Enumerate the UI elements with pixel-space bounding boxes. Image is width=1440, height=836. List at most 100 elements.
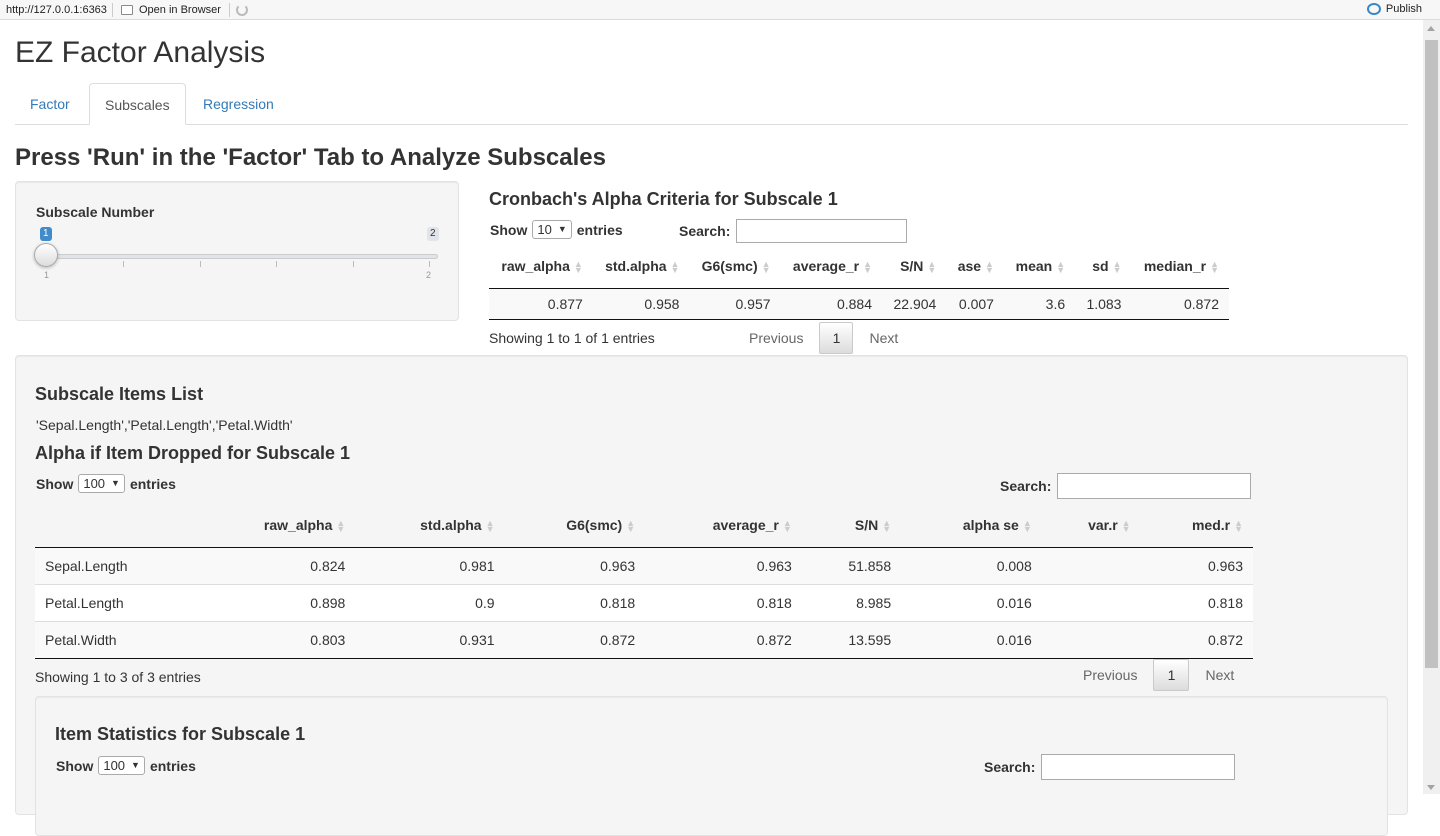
table-cell (1041, 547, 1141, 584)
vertical-scrollbar[interactable] (1423, 20, 1440, 794)
column-header[interactable]: sd ▲ ▼ (1075, 244, 1132, 289)
item-stats-length-select[interactable]: 100 ▼ (98, 756, 145, 775)
column-header[interactable]: ase ▲ ▼ (946, 244, 1004, 289)
show-label: Show (36, 475, 74, 492)
alpha-table: raw_alpha ▲ ▼ std.alpha ▲ ▼ G6(smc) ▲ ▼ averag… (489, 244, 1229, 320)
chevron-down-icon: ▼ (557, 224, 567, 234)
items-list-text: 'Sepal.Length','Petal.Length','Petal.Wid… (36, 417, 293, 433)
tab-factor[interactable]: Factor (15, 83, 85, 125)
table-cell: 0.824 (195, 547, 356, 584)
column-header[interactable]: G6(smc) ▲ ▼ (504, 503, 646, 548)
alpha-pagination: Previous 1 Next (733, 322, 914, 354)
table-cell: 0.958 (592, 288, 690, 319)
dropped-search: Search: (1000, 473, 1252, 499)
refresh-icon[interactable] (235, 3, 248, 16)
column-header[interactable]: mean ▲ ▼ (1003, 244, 1076, 289)
next-button[interactable]: Next (1189, 667, 1250, 683)
sort-icon: ▲ ▼ (1210, 259, 1219, 276)
scroll-up-arrow-icon[interactable] (1427, 26, 1435, 31)
table-cell: 0.016 (901, 583, 1042, 621)
column-header[interactable]: average_r ▲ ▼ (780, 244, 883, 289)
item-stats-search: Search: (984, 754, 1236, 780)
item-stats-panel: Item Statistics for Subscale 1 Show 100 ▼… (35, 696, 1388, 836)
sort-icon: ▲ ▼ (782, 518, 792, 535)
column-header[interactable]: alpha se ▲ ▼ (901, 503, 1042, 548)
url-display[interactable]: http://127.0.0.1:6363 (0, 4, 112, 16)
sort-icon: ▲ ▼ (863, 259, 873, 276)
window-icon (121, 4, 133, 15)
table-cell: 3.6 (1003, 288, 1076, 319)
column-header[interactable]: var.r ▲ ▼ (1041, 503, 1141, 548)
table-cell: 51.858 (801, 547, 902, 584)
dropped-length-value: 100 (83, 476, 106, 491)
slider-value-badge: 1 (40, 227, 52, 241)
alpha-search-input[interactable] (736, 219, 908, 243)
previous-button[interactable]: Previous (733, 330, 819, 346)
table-row: Petal.Width 0.803 0.931 0.872 0.872 13.5… (35, 620, 1253, 658)
sort-icon: ▲ ▼ (670, 259, 680, 276)
column-header[interactable] (35, 503, 195, 548)
column-header[interactable]: G6(smc) ▲ ▼ (689, 244, 781, 289)
page-1-button[interactable]: 1 (1153, 659, 1190, 691)
table-cell: 0.957 (689, 288, 781, 319)
sort-icon: ▲ ▼ (1022, 518, 1032, 535)
table-cell: 0.872 (504, 620, 646, 658)
slider-tick (276, 261, 277, 267)
column-header[interactable]: median_r ▲ ▼ (1131, 244, 1229, 289)
alpha-search: Search: (679, 219, 908, 243)
browser-toolbar: http://127.0.0.1:6363 Open in Browser Pu… (0, 0, 1440, 20)
dropped-length-select[interactable]: 100 ▼ (78, 474, 125, 493)
subscale-slider-panel: Subscale Number 1 2 1 2 (15, 181, 459, 321)
slider-tick (353, 261, 354, 267)
dropped-search-input[interactable] (1057, 473, 1252, 499)
table-cell: 0.931 (355, 620, 505, 658)
publish-button[interactable]: Publish (1366, 3, 1422, 15)
tab-subscales[interactable]: Subscales (89, 83, 186, 125)
table-cell: 13.595 (801, 620, 902, 658)
next-button[interactable]: Next (853, 330, 914, 346)
table-cell: 8.985 (801, 583, 902, 621)
search-label: Search: (984, 759, 1036, 775)
column-header[interactable]: average_r ▲ ▼ (645, 503, 802, 548)
table-cell: 0.818 (504, 583, 646, 621)
column-header[interactable]: std.alpha ▲ ▼ (592, 244, 690, 289)
sort-icon: ▲ ▼ (927, 259, 937, 276)
page-1-button[interactable]: 1 (819, 322, 854, 354)
sort-icon: ▲ ▼ (573, 259, 583, 276)
table-cell: 0.818 (645, 583, 802, 621)
column-header[interactable]: raw_alpha ▲ ▼ (195, 503, 356, 548)
column-header[interactable]: std.alpha ▲ ▼ (355, 503, 505, 548)
alpha-length-select[interactable]: 10 ▼ (532, 220, 572, 239)
column-header[interactable]: med.r ▲ ▼ (1140, 503, 1253, 548)
sort-icon: ▲ ▼ (626, 518, 636, 535)
scroll-down-arrow-icon[interactable] (1427, 785, 1435, 790)
slider-tick-label-max: 2 (426, 270, 432, 280)
item-stats-search-input[interactable] (1041, 754, 1236, 780)
table-cell: 0.872 (645, 620, 802, 658)
slider-handle[interactable] (34, 243, 58, 267)
sort-icon: ▲ ▼ (1112, 259, 1122, 276)
table-cell: 0.818 (1140, 583, 1253, 621)
search-label: Search: (679, 223, 731, 239)
slider-tick (123, 261, 124, 267)
table-cell: 0.803 (195, 620, 356, 658)
column-header[interactable]: S/N ▲ ▼ (882, 244, 947, 289)
table-cell: 0.016 (901, 620, 1042, 658)
tab-bar: Factor Subscales Regression (15, 83, 1408, 125)
slider-tick (200, 261, 201, 267)
sort-icon: ▲ ▼ (485, 518, 495, 535)
previous-button[interactable]: Previous (1067, 667, 1153, 683)
alpha-table-info: Showing 1 to 1 of 1 entries (489, 330, 655, 346)
tab-regression[interactable]: Regression (188, 83, 289, 125)
slider-max-badge: 2 (427, 227, 439, 241)
column-header[interactable]: S/N ▲ ▼ (801, 503, 902, 548)
table-cell (1041, 583, 1141, 621)
table-cell: 0.963 (1140, 547, 1253, 584)
open-in-browser-button[interactable]: Open in Browser (113, 4, 229, 16)
scrollbar-thumb[interactable] (1425, 40, 1438, 668)
dropped-table: raw_alpha ▲ ▼ std.alpha ▲ ▼ G6(smc) ▲ ▼ averag… (35, 503, 1253, 659)
table-cell: 0.008 (901, 547, 1042, 584)
slider-track[interactable] (42, 254, 438, 259)
sort-icon: ▲ ▼ (985, 259, 994, 276)
column-header[interactable]: raw_alpha ▲ ▼ (489, 244, 593, 289)
